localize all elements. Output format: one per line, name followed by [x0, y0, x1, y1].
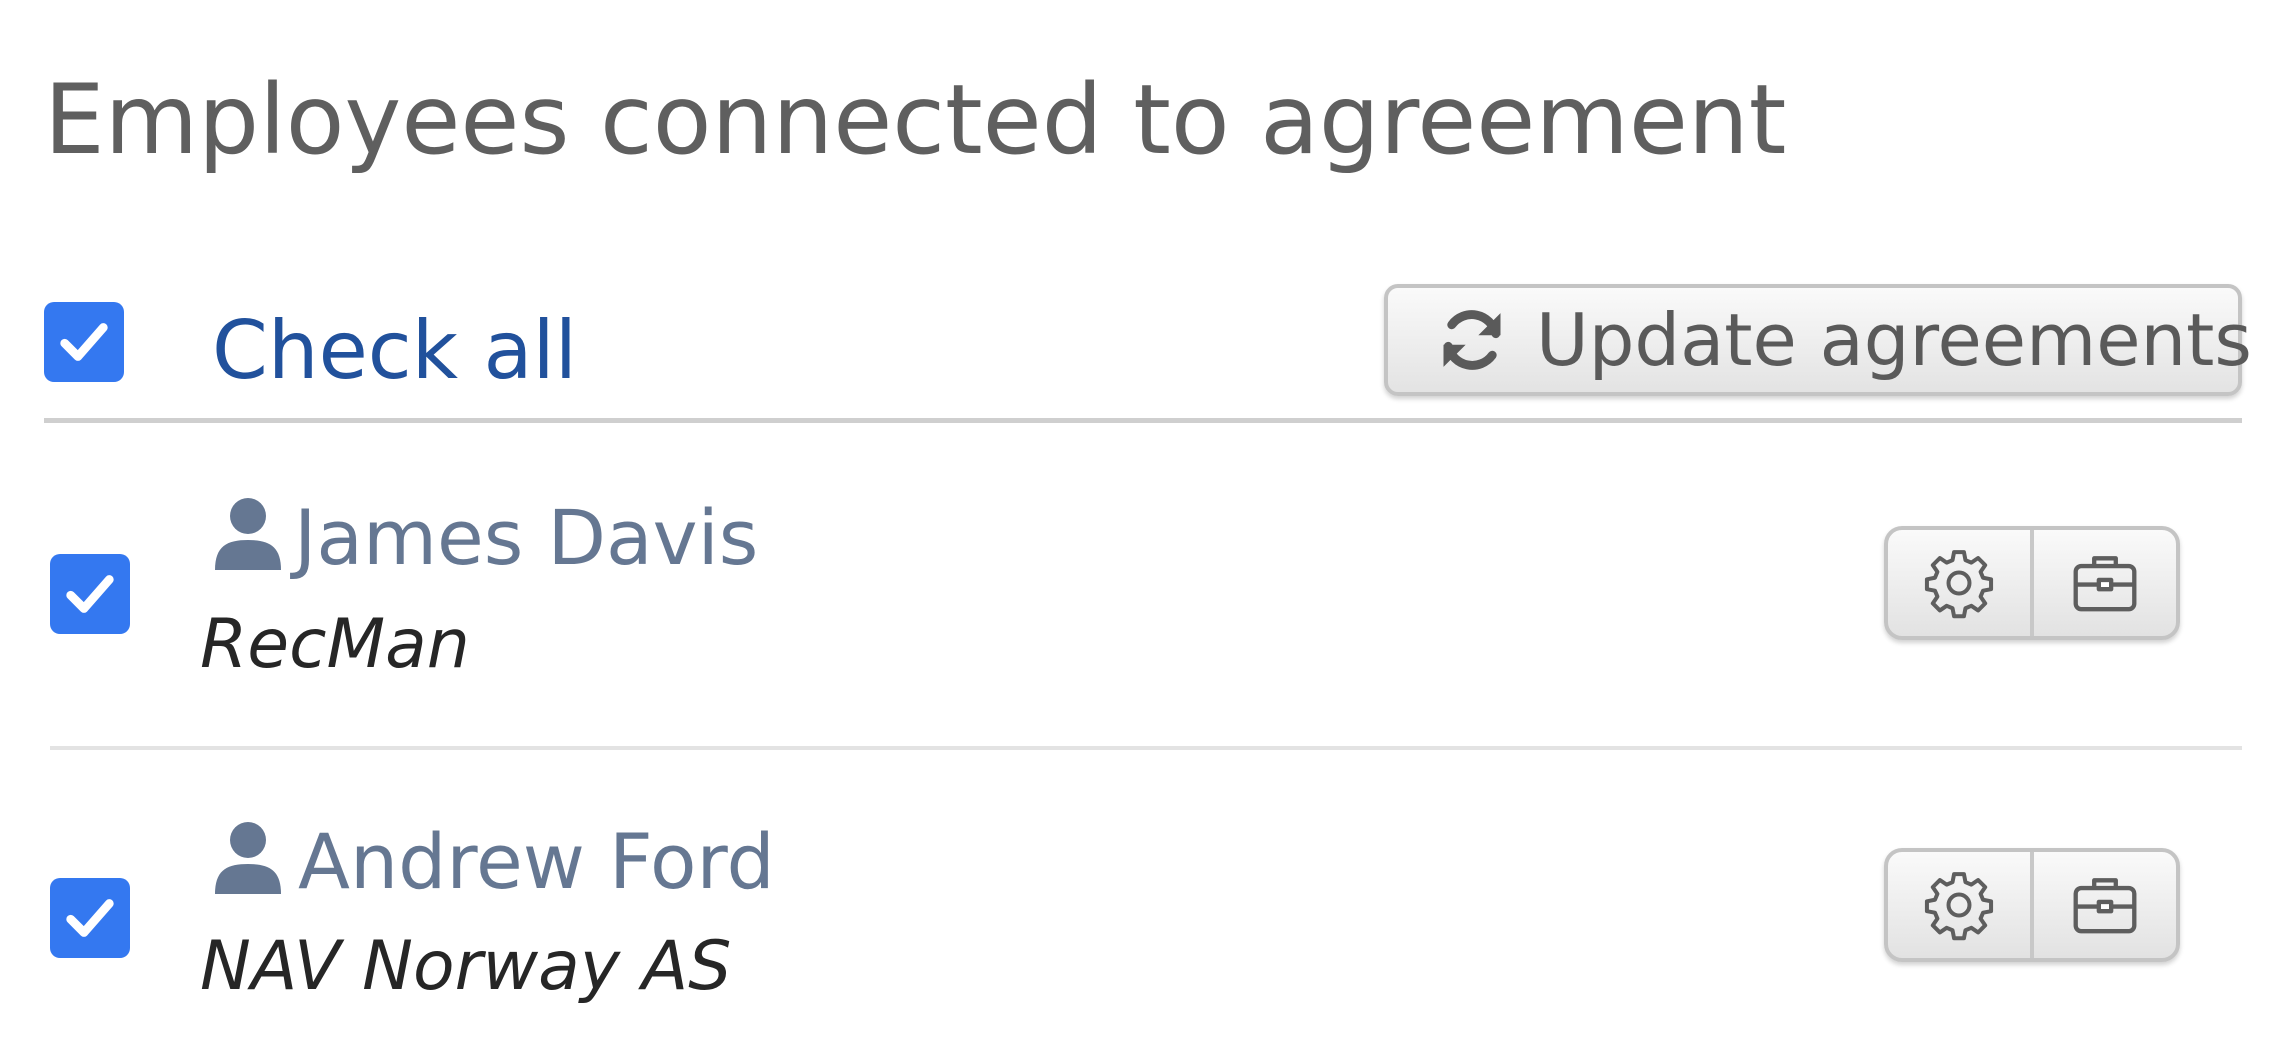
update-agreements-label: Update agreements [1536, 298, 2252, 382]
checkmark-icon [66, 899, 114, 937]
employee-name[interactable]: Andrew Ford [298, 812, 775, 912]
briefcase-icon [2073, 556, 2137, 612]
employment-button[interactable] [2030, 852, 2176, 958]
employee-checkbox[interactable] [50, 554, 130, 634]
employee-company: NAV Norway AS [200, 927, 732, 1006]
settings-button[interactable] [1888, 852, 2030, 958]
user-icon [215, 822, 281, 894]
employee-company: RecMan [200, 605, 470, 684]
user-icon [215, 498, 281, 570]
employee-actions [1884, 848, 2180, 962]
refresh-icon [1443, 310, 1501, 370]
checkmark-icon [60, 323, 108, 361]
gear-icon [1924, 550, 1994, 619]
settings-button[interactable] [1888, 530, 2030, 636]
gear-icon [1924, 872, 1994, 941]
check-all-link[interactable]: Check all [212, 296, 577, 406]
page-title: Employees connected to agreement [44, 64, 1787, 176]
briefcase-icon [2073, 878, 2137, 934]
employment-button[interactable] [2030, 530, 2176, 636]
update-agreements-button[interactable]: Update agreements [1384, 284, 2252, 396]
employee-actions [1884, 526, 2180, 640]
check-all-checkbox[interactable] [44, 302, 124, 382]
row-divider [50, 746, 2242, 750]
employee-checkbox[interactable] [50, 878, 130, 958]
header-divider [44, 418, 2242, 423]
checkmark-icon [66, 575, 114, 613]
employee-name[interactable]: James Davis [294, 488, 758, 588]
